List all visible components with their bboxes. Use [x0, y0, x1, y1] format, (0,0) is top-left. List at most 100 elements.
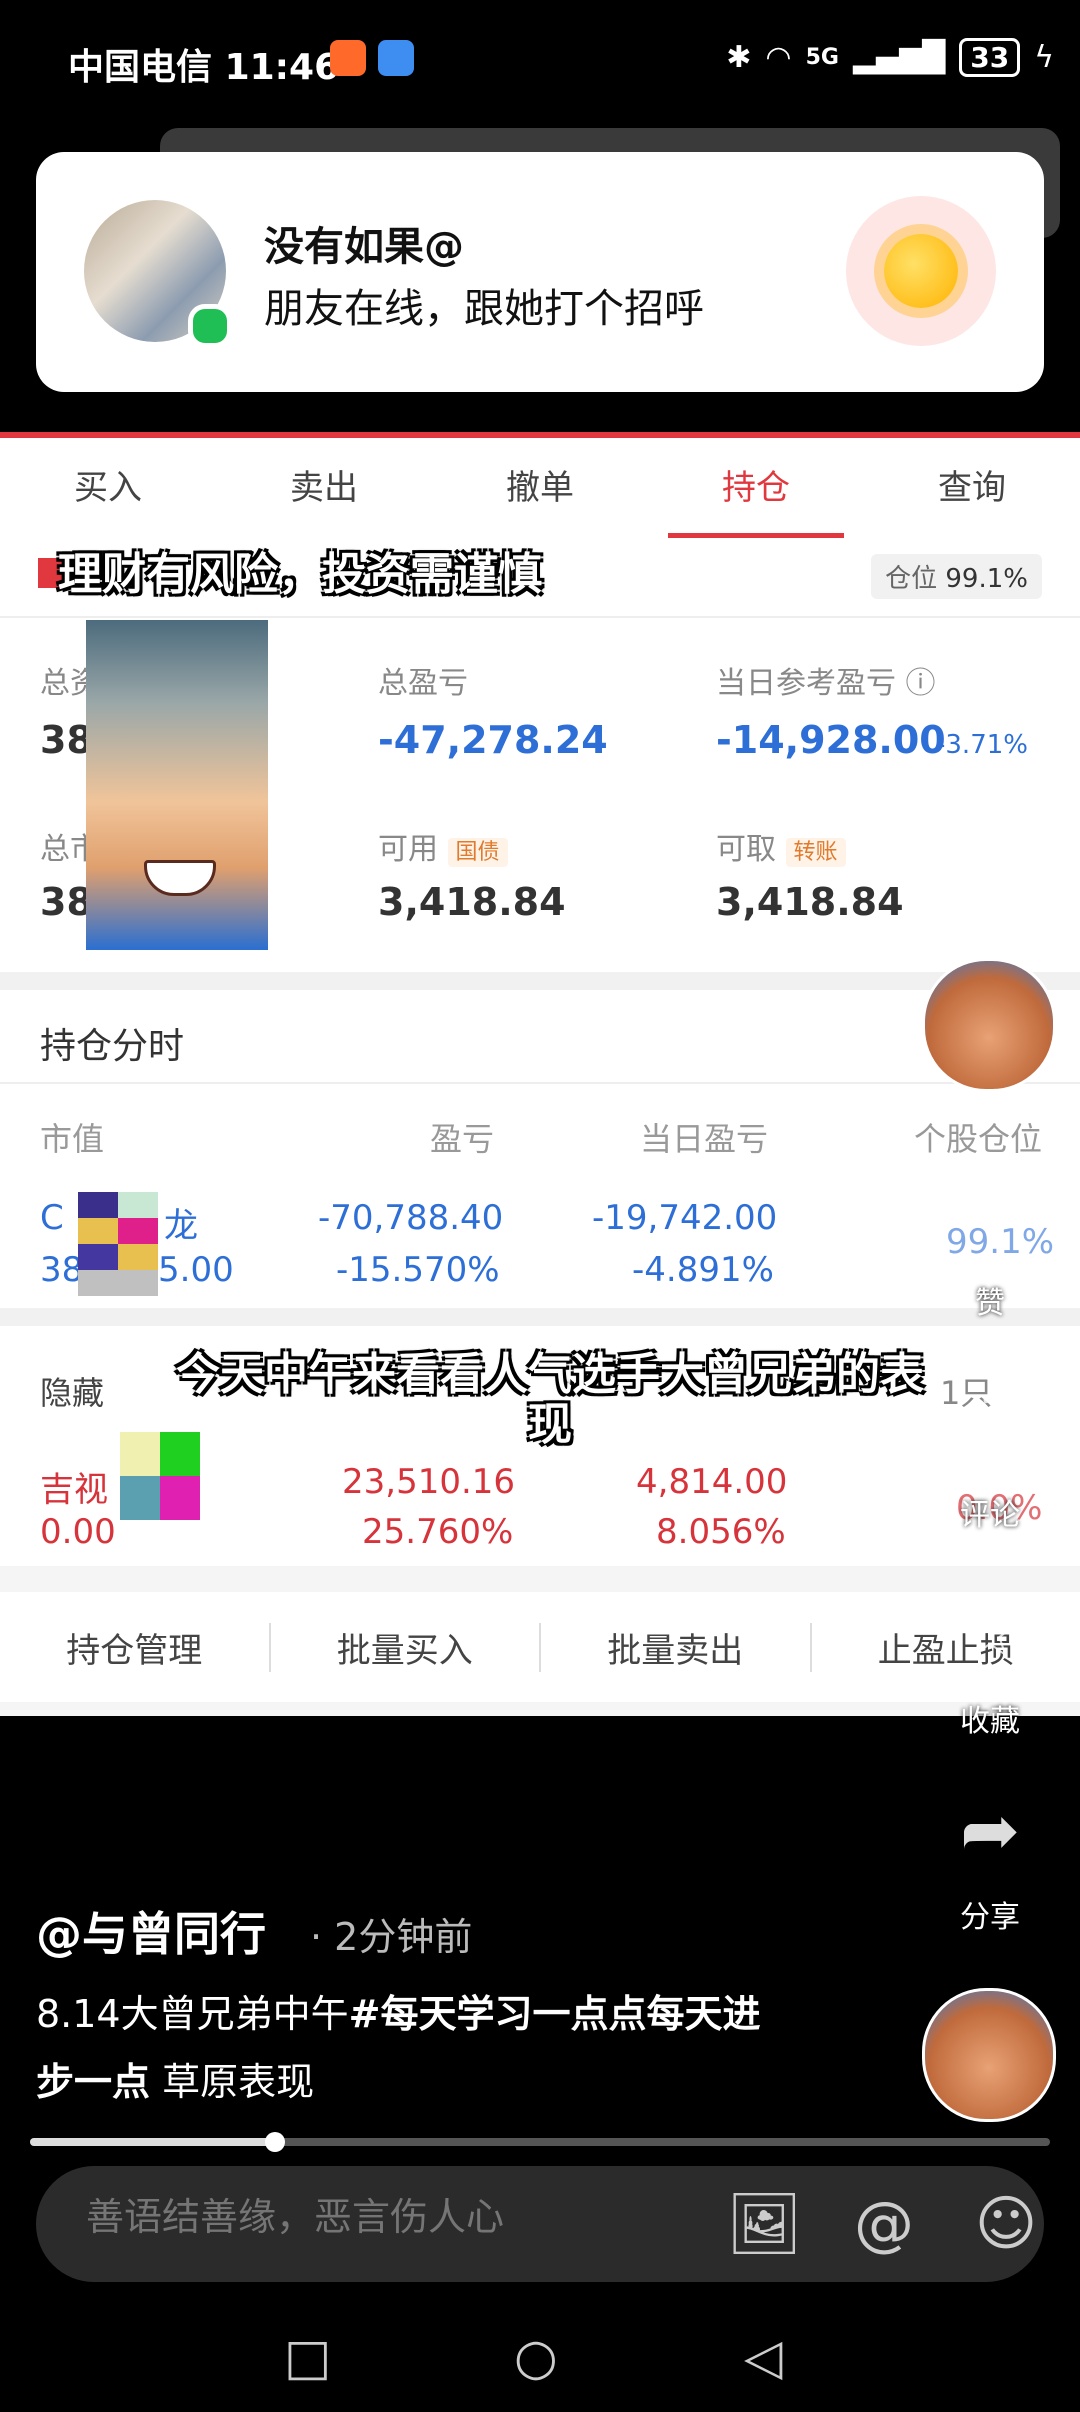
trade-tabs: 买入 卖出 撤单 持仓 查询 — [0, 438, 1080, 538]
header-pl: 盈亏 — [430, 1120, 495, 1158]
position-badge: 仓位 99.1% — [871, 554, 1042, 599]
notification-message: 朋友在线，跟她打个招呼 — [264, 286, 704, 332]
hidden-holding-pl: 23,510.16 — [342, 1462, 516, 1502]
total-pl-value: -47,278.24 — [378, 718, 608, 762]
withdraw-label-text: 可取 — [716, 832, 776, 867]
holding-pl: -70,788.40 — [318, 1198, 504, 1238]
like-label: 赞 — [975, 1286, 1005, 1321]
trade-app-video-frame: 买入 卖出 撤单 持仓 查询 仓位 99.1% 总资 38 总盈亏 -47,27… — [0, 432, 1080, 1716]
favorite-label: 收藏 — [960, 1704, 1020, 1739]
wifi-icon: ◠ — [765, 40, 792, 75]
position-value: 99.1% — [945, 564, 1028, 594]
post-description: 8.14大曾兄弟中午#每天学习一点点每天进步一点 草原表现 — [36, 1980, 796, 2116]
status-icons: ✱ ◠ 5G ▂▄▆█ 33 ϟ — [726, 38, 1054, 77]
music-disc-avatar[interactable] — [922, 1988, 1056, 2122]
heart-icon[interactable]: ♡ — [930, 1170, 1050, 1250]
batch-sell: 批量卖出 — [541, 1622, 812, 1672]
charging-icon: ϟ — [1034, 40, 1054, 75]
hidden-label: 隐藏 — [40, 1374, 105, 1412]
bond-tag: 国债 — [447, 838, 508, 867]
total-pl-label: 总盈亏 — [378, 666, 468, 701]
post-time: · 2分钟前 — [310, 1915, 473, 1959]
home-icon[interactable]: ○ — [514, 2328, 558, 2386]
holding-actions: 持仓管理 批量买入 批量卖出 止盈止损 — [0, 1592, 1080, 1702]
info-icon: ⓘ — [905, 666, 936, 701]
divider — [0, 1082, 1080, 1084]
daily-pl-pct: -3.71% — [936, 730, 1028, 760]
carrier-label: 中国电信 — [68, 47, 213, 88]
online-dot-icon — [188, 304, 232, 348]
back-icon[interactable]: ◁ — [744, 2328, 782, 2386]
progress-handle[interactable] — [264, 2132, 285, 2152]
available-label: 可用 国债 — [378, 824, 508, 868]
description-text: 8.14大曾兄弟中午 — [36, 1992, 349, 2036]
app-notification-icon — [330, 40, 366, 76]
friend-online-notification[interactable]: 没有如果@ 朋友在线，跟她打个招呼 — [36, 152, 1044, 392]
holding-daily-pl: -19,742.00 — [592, 1198, 778, 1238]
bluetooth-icon: ✱ — [726, 40, 752, 75]
position-label: 仓位 — [885, 564, 938, 594]
header-market-value: 市值 — [40, 1120, 105, 1158]
comment-input[interactable] — [84, 2194, 648, 2240]
risk-caption: 理财有风险，投资需谨慎 — [58, 549, 542, 600]
image-icon[interactable]: 🖼 — [726, 2188, 802, 2260]
battery-icon: 33 — [959, 38, 1021, 77]
recents-icon[interactable]: □ — [284, 2328, 331, 2386]
holding-daily-pct: -4.891% — [632, 1250, 774, 1290]
holding-value: 38 — [40, 1250, 84, 1290]
market-value: 38 — [40, 880, 93, 924]
available-value: 3,418.84 — [378, 880, 566, 924]
tab-query: 查询 — [938, 468, 1006, 508]
holding-value-tail: 5.00 — [158, 1250, 234, 1290]
hidden-holding-value: 0.00 — [40, 1512, 116, 1552]
comment-label: 评论 — [960, 1498, 1020, 1533]
section-gap — [0, 1308, 1080, 1326]
holding-name: C — [40, 1198, 64, 1238]
tab-holdings: 持仓 — [648, 438, 864, 538]
status-bar: 中国电信 11:46 ✱ ◠ 5G ▂▄▆█ 33 ϟ — [0, 0, 1080, 120]
holding-pl-pct: -15.570% — [336, 1250, 500, 1290]
daily-pl-value: -14,928.00 — [716, 718, 946, 762]
comment-bar: 🖼 @ ☺ — [36, 2166, 1044, 2282]
progress-fill — [30, 2138, 275, 2146]
hidden-holding-daily-pct: 8.056% — [656, 1512, 786, 1552]
share-label: 分享 — [960, 1900, 1020, 1935]
signal-icon: ▂▄▆█ — [852, 40, 946, 75]
tab-cancel: 撤单 — [506, 468, 574, 508]
daily-pl-label: 当日参考盈亏 ⓘ — [716, 658, 936, 702]
total-assets-value: 38 — [40, 718, 93, 762]
header-daily-pl: 当日盈亏 — [640, 1120, 769, 1158]
holding-name-tail: 龙 — [164, 1206, 198, 1246]
hidden-holding-pl-pct: 25.760% — [362, 1512, 514, 1552]
hidden-holding-daily-pl: 4,814.00 — [636, 1462, 788, 1502]
comment-icon[interactable]: ◌ — [930, 1380, 1050, 1460]
transfer-tag: 转账 — [785, 838, 846, 867]
overlay-face-video — [86, 620, 268, 950]
censor-mosaic — [78, 1192, 158, 1296]
divider — [0, 616, 1080, 618]
mention-icon[interactable]: @ — [848, 2188, 920, 2260]
holdings-title: 持仓分时 — [40, 1026, 185, 1067]
creator-avatar[interactable] — [922, 958, 1056, 1092]
network-label: 5G — [805, 45, 839, 70]
available-label-text: 可用 — [378, 832, 438, 867]
clock: 11:46 — [224, 47, 340, 88]
hidden-holding-name: 吉视 — [40, 1470, 108, 1510]
tab-buy: 买入 — [74, 468, 142, 508]
share-icon[interactable]: ➦ — [930, 1790, 1050, 1870]
description-tail: 草原表现 — [150, 2060, 315, 2104]
notification-name: 没有如果@ — [264, 224, 464, 270]
emoji-icon[interactable]: ☺ — [970, 2188, 1042, 2260]
section-gap — [0, 972, 1080, 990]
video-caption: 今天中午来看看人气选手大曾兄弟的表现 — [176, 1349, 924, 1450]
holding-manage: 持仓管理 — [0, 1622, 271, 1672]
header-weight: 个股仓位 — [914, 1120, 1043, 1158]
browser-notification-icon — [378, 40, 414, 76]
carrier-time: 中国电信 11:46 — [68, 38, 339, 90]
tab-sell: 卖出 — [290, 468, 358, 508]
daily-pl-label-text: 当日参考盈亏 — [716, 666, 896, 701]
author-name[interactable]: @与曾同行 — [36, 1898, 266, 1964]
star-icon[interactable]: ☆ — [930, 1592, 1050, 1672]
sun-icon — [884, 234, 958, 308]
withdraw-label: 可取 转账 — [716, 824, 846, 868]
